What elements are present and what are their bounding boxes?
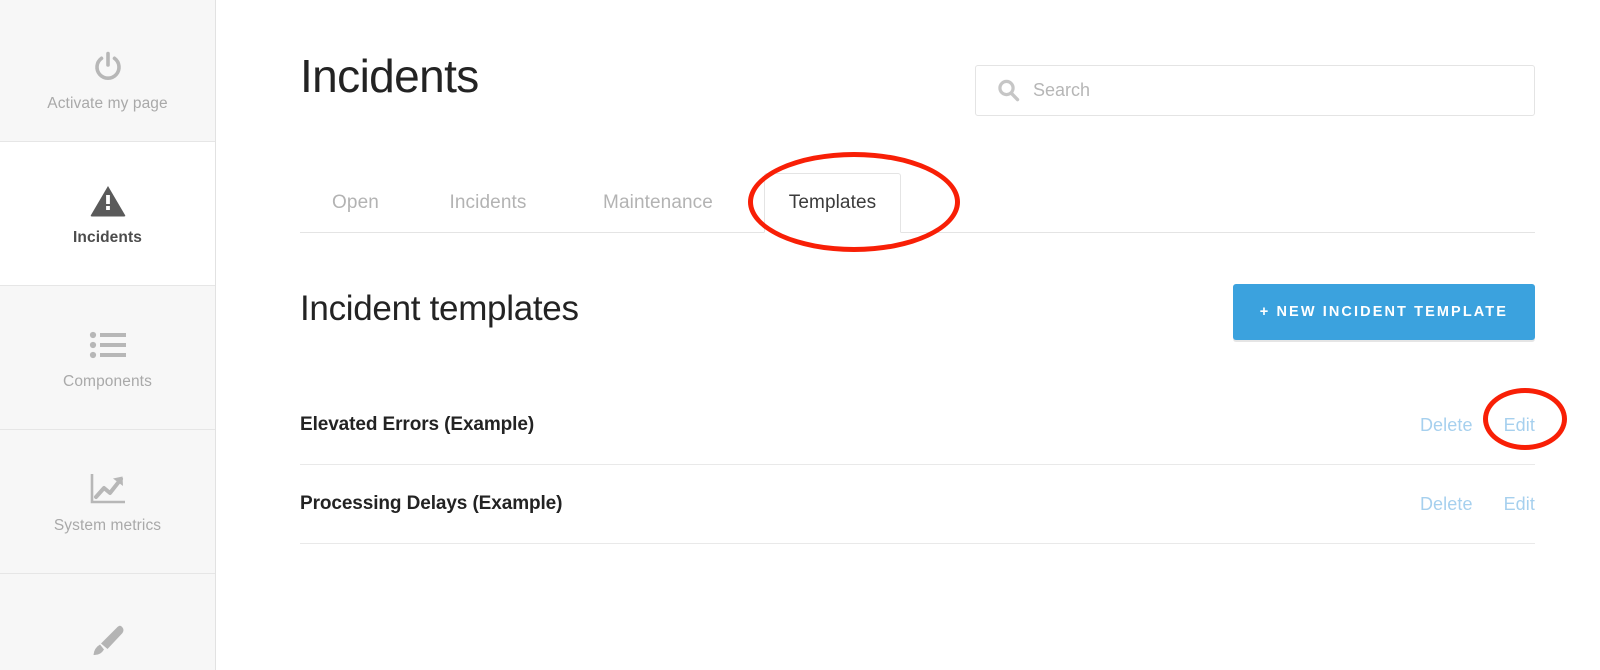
search-icon (996, 78, 1021, 103)
incident-templates-list: Elevated Errors (Example) Delete Edit Pr… (300, 386, 1535, 544)
sidebar-item-label: Activate my page (47, 95, 168, 113)
row-actions: Delete Edit (1420, 415, 1535, 436)
edit-link-row-0[interactable]: Edit (1504, 415, 1535, 436)
row-actions: Delete Edit (1420, 494, 1535, 515)
tab-open[interactable]: Open (300, 173, 411, 233)
status-page-admin: Activate my page Incidents Components Sy… (0, 0, 1600, 670)
page-title: Incidents (300, 50, 479, 102)
template-name: Elevated Errors (Example) (300, 414, 535, 435)
delete-link-row-1[interactable]: Delete (1420, 494, 1473, 515)
new-incident-template-button[interactable]: + NEW INCIDENT TEMPLATE (1232, 284, 1535, 340)
tab-templates[interactable]: Templates (764, 173, 901, 233)
sidebar-item-label: Components (63, 373, 152, 391)
tab-incidents[interactable]: Incidents (414, 173, 562, 233)
search-box[interactable] (975, 65, 1535, 116)
sidebar-item-activate-my-page[interactable]: Activate my page (0, 0, 215, 142)
warning-triangle-icon (89, 181, 127, 221)
table-row: Elevated Errors (Example) Delete Edit (300, 386, 1535, 465)
sidebar-item-theme[interactable] (0, 574, 215, 670)
paintbrush-icon (88, 622, 128, 662)
edit-link-row-1[interactable]: Edit (1504, 494, 1535, 515)
section-title: Incident templates (300, 289, 579, 328)
main-content: Incidents Open Incidents Maintenance Tem… (216, 0, 1600, 670)
sidebar-item-incidents[interactable]: Incidents (0, 142, 215, 286)
sidebar-item-system-metrics[interactable]: System metrics (0, 430, 215, 574)
sidebar-item-label: System metrics (53, 517, 162, 535)
sidebar-item-components[interactable]: Components (0, 286, 215, 430)
table-row: Processing Delays (Example) Delete Edit (300, 465, 1535, 544)
chart-line-icon (89, 469, 127, 509)
power-icon (91, 47, 125, 87)
sidebar-item-label: Incidents (73, 229, 142, 247)
list-icon (89, 325, 127, 365)
sidebar: Activate my page Incidents Components Sy… (0, 0, 216, 670)
section-header: Incident templates + NEW INCIDENT TEMPLA… (300, 284, 1535, 342)
page-header: Incidents (300, 50, 1535, 116)
tab-maintenance[interactable]: Maintenance (565, 173, 751, 233)
delete-link-row-0[interactable]: Delete (1420, 415, 1473, 436)
search-input[interactable] (1033, 80, 1534, 101)
template-name: Processing Delays (Example) (300, 493, 563, 514)
tab-bar: Open Incidents Maintenance Templates (300, 173, 1535, 233)
